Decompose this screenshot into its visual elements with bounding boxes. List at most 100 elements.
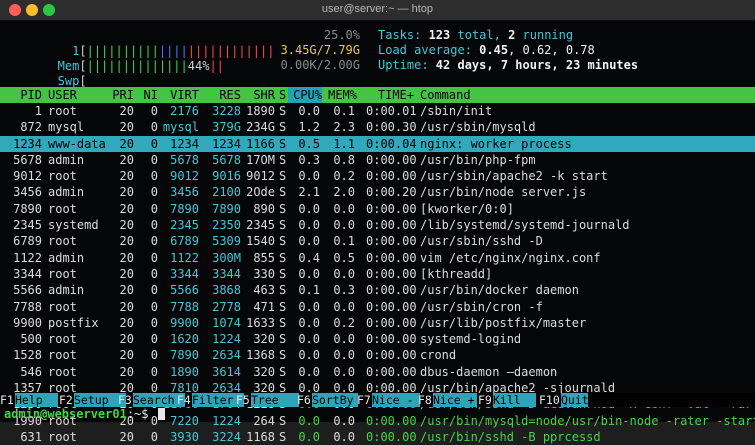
fkey-10[interactable]: F10 xyxy=(539,393,560,407)
process-row[interactable]: 5678 admin 20 0 5678 5678 17OM S 0.3 0.8 0:00.00/u… xyxy=(0,152,755,168)
process-row[interactable]: 631 root 20 0 3930 3224 1168 S 0.0 0.0 0:00.00/usr… xyxy=(0,429,755,445)
fkey-4[interactable]: F4 xyxy=(177,393,191,407)
fkey-label-9[interactable]: Kill xyxy=(493,393,536,407)
cell-ni: 0 xyxy=(150,283,158,298)
cell-cmd: nginx: worker process xyxy=(420,136,572,151)
column-user[interactable]: USER xyxy=(48,87,77,103)
process-row[interactable]: 6789 root 20 0 6789 5309 1540 S 0.0 0.1 0:00.00/us… xyxy=(0,233,755,249)
cell-s: S xyxy=(279,218,287,233)
shell-prompt[interactable]: admin@webserver01:~$ xyxy=(4,407,165,422)
process-row[interactable]: 500 root 20 0 1620 1224 320 S 0.0 0.0 0:00.00 syste… xyxy=(0,331,755,347)
cell-time: 0:00.00 xyxy=(366,315,417,330)
process-row[interactable]: 7890 root 20 0 7890 7890 890 S 0.0 0.0 0:00.00 [kwo… xyxy=(0,201,755,217)
process-row-selected[interactable]: 1234 www-data 20 0 1234 1234 1166 S 0.5 1.1 0:00.0… xyxy=(0,135,755,152)
cell-cmd: /usr/sbin/sshd -D xyxy=(420,234,543,249)
cell-pri: 20 xyxy=(119,364,134,379)
cell-shr: 320 xyxy=(253,332,275,347)
fkey-6[interactable]: F6 xyxy=(297,393,311,407)
mem-bars: |||||||||||||| xyxy=(86,59,188,74)
cell-pid: 5678 xyxy=(13,152,42,167)
process-row[interactable]: 9012 root 20 0 9012 9016 9012 S 0.0 0.2 0:00.00/us… xyxy=(0,168,755,184)
cell-s: S xyxy=(279,315,287,330)
process-row[interactable]: 1528 root 20 0 7890 2634 1368 S 0.0 0.0 0:00.00 cro… xyxy=(0,347,755,363)
cell-cmd: /lib/systemd/systemd-journald xyxy=(420,218,630,233)
cell-pid: 500 xyxy=(20,332,42,347)
cell-res: 379G xyxy=(212,120,241,135)
column-mem[interactable]: MEM% xyxy=(325,87,357,103)
cell-pri: 20 xyxy=(119,185,134,200)
cell-mem: 0.0 xyxy=(333,413,355,428)
cell-cmd: /usr/bin/docker daemon xyxy=(420,283,579,298)
fkey-8[interactable]: F8 xyxy=(418,393,432,407)
fkey-label-5[interactable]: Tree xyxy=(251,393,299,407)
cpu-meter: 1[|||||||||||||||||||||||||| 25.0% xyxy=(4,27,360,58)
cell-s: S xyxy=(279,299,287,314)
column-time[interactable]: TIME+ xyxy=(366,87,414,103)
cell-shr: 1368 xyxy=(246,348,275,363)
process-row[interactable]: 1122 admin 20 0 1122 300M 855 S 0.4 0.5 0:00.00 vim… xyxy=(0,250,755,266)
cell-shr: 1166 xyxy=(246,136,275,151)
cell-ni: 0 xyxy=(150,266,158,281)
process-row[interactable]: 872 mysql 20 0 mysql 379G 234G S 1.2 2.3 0:00.30/u… xyxy=(0,119,755,135)
process-row[interactable]: 5566 admin 20 0 5566 3868 463 S 0.1 0.3 0:00.00/us… xyxy=(0,282,755,298)
column-ni[interactable]: NI xyxy=(140,87,158,103)
process-row[interactable]: 3456 admin 20 0 3456 2100 2Ode S 2.1 2.0 0:00.20/u… xyxy=(0,184,755,200)
cell-mem: 2.0 xyxy=(333,185,355,200)
cell-pri: 20 xyxy=(119,315,134,330)
fkey-7[interactable]: F7 xyxy=(357,393,371,407)
cell-mem: 0.0 xyxy=(333,429,355,444)
column-virt[interactable]: VIRT xyxy=(162,87,199,103)
process-row[interactable]: 1 root 20 0 2176 3228 1890 S 0.0 0.1 0:00.01/sbin/… xyxy=(0,103,755,119)
cell-time: 0:00.00 xyxy=(366,332,417,347)
cell-cmd: vim /etc/nginx/nginx.conf xyxy=(420,250,601,265)
fkey-9[interactable]: F9 xyxy=(478,393,492,407)
cell-pri: 20 xyxy=(119,169,134,184)
window-title: user@server:~ — htop xyxy=(321,3,434,15)
fkey-label-1[interactable]: Help xyxy=(15,393,58,407)
fkey-label-6[interactable]: SortBy xyxy=(312,393,358,407)
cell-cpu: 0.0 xyxy=(298,364,320,379)
cell-pid: 546 xyxy=(20,364,42,379)
cell-time: 0:00.30 xyxy=(366,120,417,135)
fkey-3[interactable]: F3 xyxy=(118,393,132,407)
cell-shr: 855 xyxy=(253,250,275,265)
fkey-5[interactable]: F5 xyxy=(236,393,250,407)
column-cpu[interactable]: CPU% xyxy=(288,87,322,104)
cell-shr: 330 xyxy=(253,266,275,281)
cell-shr: 463 xyxy=(253,283,275,298)
fkey-1[interactable]: F1 xyxy=(0,393,14,407)
cell-s: S xyxy=(279,413,287,428)
process-row[interactable]: 7788 root 20 0 7788 2778 471 S 0.0 0.0 0:00.00/usr… xyxy=(0,299,755,315)
cell-mem: 0.1 xyxy=(333,234,355,249)
cell-res: 1224 xyxy=(212,332,241,347)
fkey-label-8[interactable]: Nice + xyxy=(433,393,477,407)
cell-pri: 20 xyxy=(119,104,134,118)
fkey-2[interactable]: F2 xyxy=(59,393,73,407)
column-shr[interactable]: SHR xyxy=(246,87,275,103)
column-command[interactable]: Command xyxy=(420,87,471,103)
process-row[interactable]: 2345 systemd 20 0 2345 2350 2345 S 0.0 0.0 0:00.00… xyxy=(0,217,755,233)
process-row[interactable]: 3344 root 20 0 3344 3344 330 S 0.0 0.0 0:00.00 [kth… xyxy=(0,266,755,282)
cell-mem: 0.0 xyxy=(333,266,355,281)
column-pid[interactable]: PID xyxy=(0,87,42,103)
column-res[interactable]: RES xyxy=(204,87,241,103)
cell-cmd: /sbin/init xyxy=(420,104,493,118)
cell-shr: 890 xyxy=(253,201,275,216)
cell-time: 0:00.00 xyxy=(366,250,417,265)
cell-ni: 0 xyxy=(150,348,158,363)
column-pri[interactable]: PRI xyxy=(112,87,134,103)
cell-ni: 0 xyxy=(150,201,158,216)
column-state[interactable]: S xyxy=(279,87,286,103)
cell-virt: 2345 xyxy=(170,218,199,233)
cell-cmd: /usr/sbin/mysqld xyxy=(420,120,536,135)
cell-mem: 0.5 xyxy=(333,250,355,265)
cell-pid: 6789 xyxy=(13,234,42,249)
cell-pid: 872 xyxy=(20,120,42,135)
cell-res: 1234 xyxy=(212,136,241,151)
cell-cpu: 0.3 xyxy=(298,152,320,167)
process-row[interactable]: 546 root 20 0 1890 3614 320 S 0.0 0.0 0:00.00 dbus-… xyxy=(0,364,755,380)
fkey-label-7[interactable]: Nice - xyxy=(372,393,420,407)
process-row[interactable]: 9900 postfix 20 0 9900 1074 1633 S 0.0 0.2 0:00.00… xyxy=(0,315,755,331)
cell-mem: 0.1 xyxy=(333,104,355,118)
fkey-label-10[interactable]: Quit xyxy=(561,393,589,407)
